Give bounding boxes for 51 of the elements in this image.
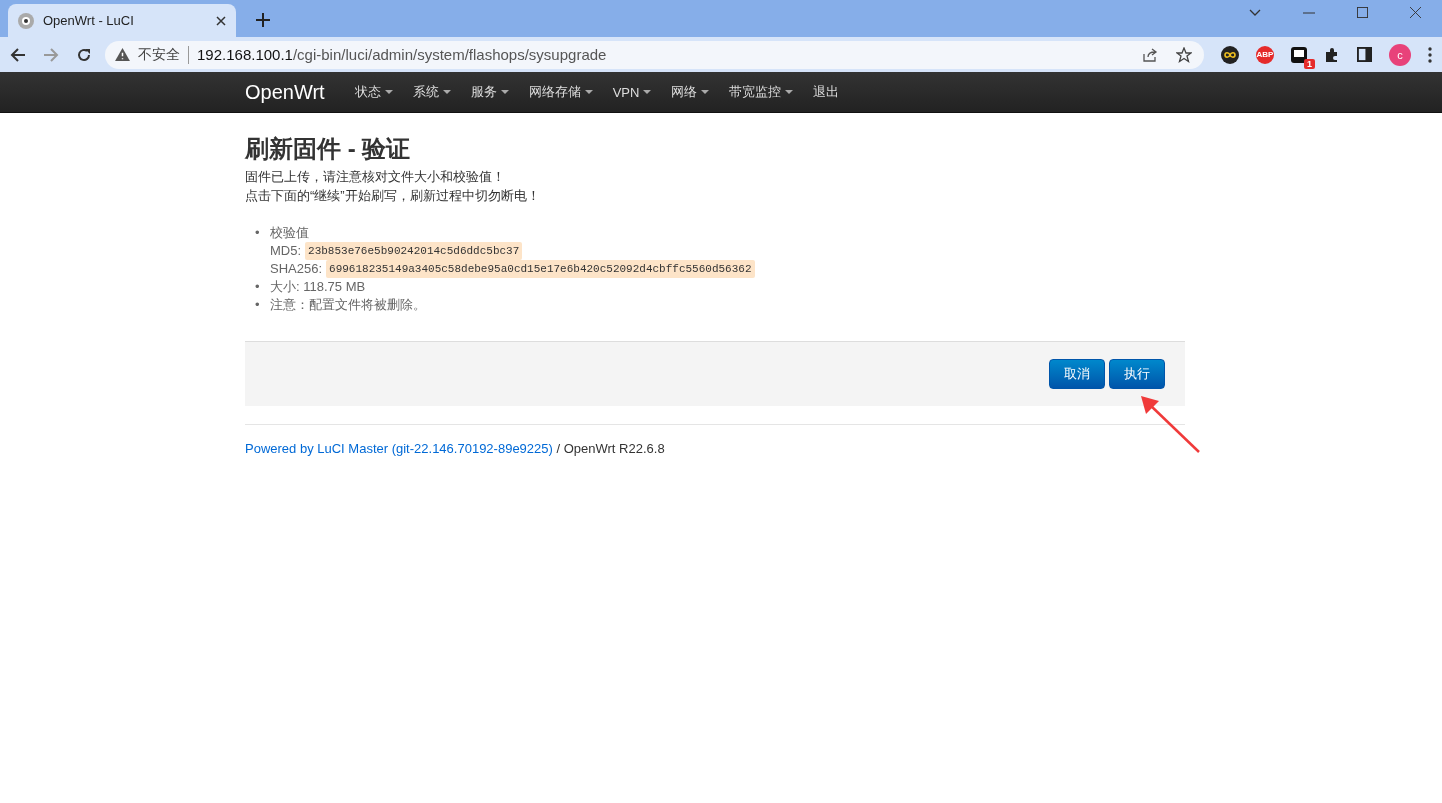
new-tab-icon[interactable] xyxy=(256,13,270,27)
intro-text: 固件已上传，请注意核对文件大小和校验值！ xyxy=(245,168,506,186)
maximize-icon[interactable] xyxy=(1357,7,1368,18)
close-icon[interactable] xyxy=(1410,7,1421,18)
nav-menu-item[interactable]: 带宽监控 xyxy=(719,83,804,101)
bullet: • xyxy=(255,278,261,296)
nav-menu-item[interactable]: 网络 xyxy=(661,83,720,101)
pointer-arrow xyxy=(1141,396,1201,454)
browser-tab[interactable]: OpenWrt - LuCI xyxy=(8,4,236,37)
share-icon[interactable] xyxy=(1142,46,1158,63)
action-button[interactable]: 执行 xyxy=(1109,359,1165,389)
intro-text: 点击下面的“继续”开始刷写，刷新过程中切勿断电！ xyxy=(245,187,541,205)
warning-icon xyxy=(115,48,130,61)
powered-by-link[interactable]: Powered by LuCI Master (git-22.146.70192-89e9225) xyxy=(245,441,553,456)
tab-title: OpenWrt - LuCI xyxy=(43,13,135,28)
brand-logo[interactable]: OpenWrt xyxy=(245,80,325,104)
eye-icon xyxy=(18,12,34,29)
hash-label: SHA256: xyxy=(270,260,323,278)
nav-menu-item[interactable]: 服务 xyxy=(460,83,519,101)
page-title: 刷新固件 - 验证 xyxy=(245,134,412,164)
bullet: • xyxy=(255,296,261,314)
back-arrow-icon[interactable] xyxy=(10,46,26,63)
star-icon[interactable] xyxy=(1176,46,1192,63)
nav-menu-item[interactable]: 网络存储 xyxy=(518,83,603,101)
extension-square-icon[interactable] xyxy=(1291,46,1307,63)
nav-menu-item[interactable]: 退出 xyxy=(803,83,850,101)
security-label: 不安全 xyxy=(138,45,189,64)
notification-badge: 1 xyxy=(1304,58,1315,69)
more-icon[interactable] xyxy=(1428,46,1432,63)
hash-value: 23b853e76e5b90242014c5d6ddc5bc37 xyxy=(305,242,523,260)
nav-menu-item[interactable]: 系统 xyxy=(402,83,461,101)
version-text: / OpenWrt R22.6.8 xyxy=(556,441,665,456)
hash-value: 699618235149a3405c58debe95a0cd15e17e6b420c52092d4cbffc5560d56362 xyxy=(326,260,755,278)
reload-icon[interactable] xyxy=(76,46,92,63)
checksum-label: 校验值 xyxy=(270,225,309,240)
infinity-icon[interactable] xyxy=(1221,45,1239,64)
sidebar-icon[interactable] xyxy=(1357,47,1372,62)
address-field[interactable]: 不安全 192.168.100.1/cgi-bin/luci/admin/system/flashops/sysupgrade xyxy=(105,40,1204,69)
close-icon[interactable] xyxy=(216,15,226,26)
warning-note: 注意：配置文件将被删除。 xyxy=(270,296,426,314)
size-text: 大小: 118.75 MB xyxy=(270,278,366,296)
action-button[interactable]: 取消 xyxy=(1049,359,1105,389)
url-text: 192.168.100.1/cgi-bin/luci/admin/system/flashops/sysupgrade xyxy=(197,46,607,63)
hash-label: MD5: xyxy=(270,242,302,260)
nav-menu-item[interactable]: VPN xyxy=(602,84,662,100)
nav-menu-item[interactable]: 状态 xyxy=(344,83,403,101)
profile-avatar[interactable]: c xyxy=(1389,43,1411,66)
puzzle-icon[interactable] xyxy=(1324,46,1340,63)
bullet: • xyxy=(255,224,261,242)
chevron-down-icon[interactable] xyxy=(1249,8,1261,17)
adblock-icon[interactable]: ABP xyxy=(1256,45,1274,64)
